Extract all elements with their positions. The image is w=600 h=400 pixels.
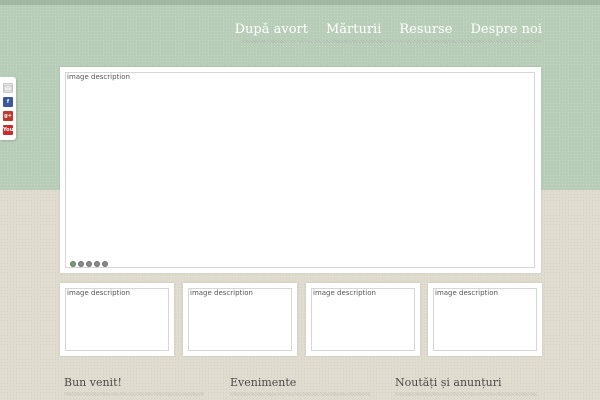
thumbnail-alt-text: image description	[67, 289, 130, 297]
image-slider: image description	[60, 67, 541, 273]
section-title-news: Noutăți și anunțuri	[395, 376, 502, 389]
slider-dot[interactable]	[78, 261, 84, 267]
section-divider	[64, 392, 204, 396]
thumbnail-image: image description	[311, 288, 415, 351]
slider-dot[interactable]	[102, 261, 108, 267]
google-plus-icon[interactable]: g+	[3, 111, 13, 121]
thumbnail-2[interactable]: image description	[183, 283, 297, 356]
slider-dot[interactable]	[86, 261, 92, 267]
thumbnail-4[interactable]: image description	[428, 283, 542, 356]
slider-pagination	[70, 261, 108, 267]
thumbnail-image: image description	[65, 288, 169, 351]
nav-underline	[241, 40, 542, 43]
mail-icon[interactable]	[3, 83, 13, 93]
facebook-icon[interactable]: f	[3, 97, 13, 107]
section-divider	[230, 392, 370, 396]
thumbnail-image: image description	[188, 288, 292, 351]
nav-item-resurse[interactable]: Resurse	[399, 22, 452, 37]
slider-image[interactable]: image description	[65, 72, 535, 268]
thumbnail-alt-text: image description	[190, 289, 253, 297]
thumbnail-alt-text: image description	[435, 289, 498, 297]
nav-item-dupa-avort[interactable]: După avort	[235, 22, 308, 37]
thumbnail-image: image description	[433, 288, 537, 351]
nav-item-despre-noi[interactable]: Despre noi	[470, 22, 542, 37]
main-nav: După avort Mărturii Resurse Despre noi	[235, 22, 542, 37]
slider-dot[interactable]	[70, 261, 76, 267]
top-strip	[0, 0, 600, 5]
slider-dot[interactable]	[94, 261, 100, 267]
nav-item-marturii[interactable]: Mărturii	[326, 22, 381, 37]
section-divider	[395, 392, 537, 396]
thumbnail-3[interactable]: image description	[306, 283, 420, 356]
slider-image-alt-text: image description	[67, 73, 130, 81]
thumbnail-1[interactable]: image description	[60, 283, 174, 356]
section-title-events: Evenimente	[230, 376, 297, 389]
social-sidebar: f g+ You	[0, 77, 16, 140]
youtube-icon[interactable]: You	[3, 125, 13, 135]
thumbnail-alt-text: image description	[313, 289, 376, 297]
section-title-welcome: Bun venit!	[64, 376, 122, 389]
